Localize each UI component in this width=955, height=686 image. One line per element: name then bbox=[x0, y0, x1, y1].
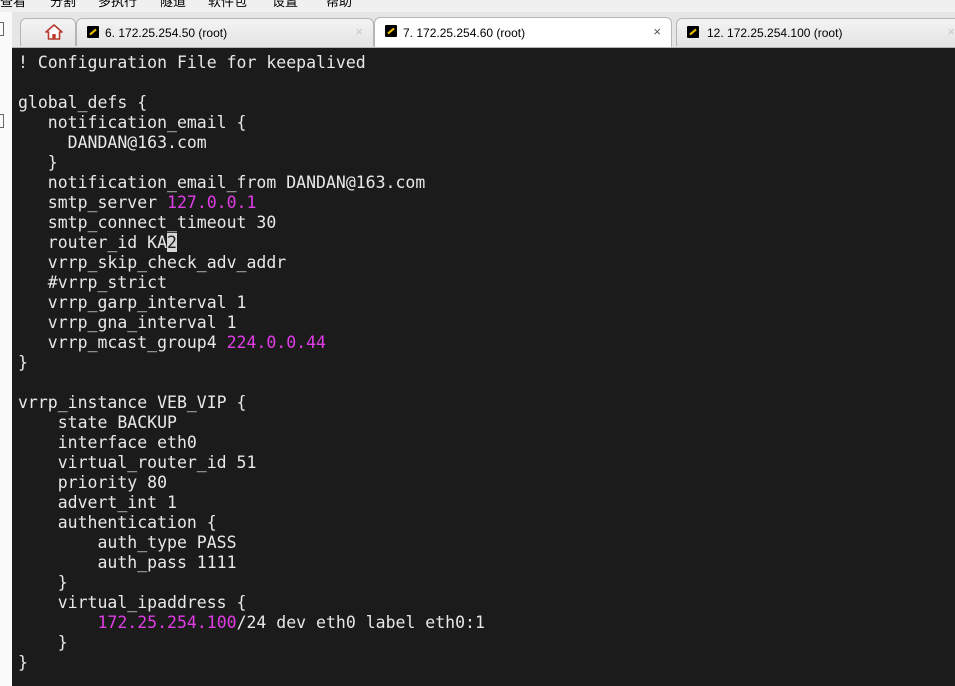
terminal-output: ! Configuration File for keepalived globa… bbox=[18, 53, 485, 673]
terminal-icon bbox=[687, 26, 699, 38]
ip-address-text: 127.0.0.1 bbox=[167, 193, 257, 212]
ip-address-text: 224.0.0.44 bbox=[226, 333, 326, 352]
menu-bar: 查看 分割 多执行 隧道 软件包 设置 帮助 bbox=[0, 0, 955, 12]
close-icon[interactable]: × bbox=[947, 24, 955, 39]
terminal-text: router_id KA bbox=[18, 233, 168, 252]
terminal-line: virtual_ipaddress { bbox=[18, 593, 485, 613]
menu-item-packages[interactable]: 软件包 bbox=[208, 0, 247, 10]
terminal-text: } bbox=[18, 153, 58, 172]
terminal-line: } bbox=[18, 153, 485, 173]
terminal-line: } bbox=[18, 573, 485, 593]
terminal-text: auth_pass 1111 bbox=[18, 553, 237, 572]
terminal-line: vrrp_garp_interval 1 bbox=[18, 293, 485, 313]
terminal-text: state BACKUP bbox=[18, 413, 177, 432]
terminal-text: } bbox=[18, 573, 68, 592]
terminal-text: notification_email_from DANDAN@163.com bbox=[18, 173, 426, 192]
terminal-text: ! Configuration File for keepalived bbox=[18, 53, 366, 72]
terminal-text: #vrrp_strict bbox=[18, 273, 168, 292]
close-icon[interactable]: × bbox=[653, 24, 661, 39]
tab-session-7[interactable]: 7. 172.25.254.60 (root) × bbox=[374, 17, 672, 47]
terminal-line: smtp_server 127.0.0.1 bbox=[18, 193, 485, 213]
terminal-line: notification_email { bbox=[18, 113, 485, 133]
terminal-text: auth_type PASS bbox=[18, 533, 237, 552]
terminal-line: advert_int 1 bbox=[18, 493, 485, 513]
menu-item-view[interactable]: 查看 bbox=[0, 0, 26, 10]
menu-item-tunnel[interactable]: 隧道 bbox=[160, 0, 186, 10]
text-cursor: 2 bbox=[167, 233, 177, 252]
terminal-text: vrrp_instance VEB_VIP { bbox=[18, 393, 247, 412]
gutter-mark bbox=[0, 114, 4, 128]
terminal-line: ! Configuration File for keepalived bbox=[18, 53, 485, 73]
terminal-icon bbox=[87, 26, 99, 38]
terminal-text: DANDAN@163.com bbox=[18, 133, 207, 152]
terminal-line: } bbox=[18, 653, 485, 673]
terminal-text: virtual_router_id 51 bbox=[18, 453, 257, 472]
menu-item-multi-exec[interactable]: 多执行 bbox=[98, 0, 137, 10]
tab-session-12[interactable]: 12. 172.25.254.100 (root) × bbox=[676, 18, 955, 46]
terminal-line: router_id KA2 bbox=[18, 233, 485, 253]
close-icon[interactable]: × bbox=[355, 24, 363, 39]
terminal-text: notification_email { bbox=[18, 113, 247, 132]
menu-item-settings[interactable]: 设置 bbox=[272, 0, 298, 10]
terminal-text: /24 dev eth0 label eth0:1 bbox=[236, 613, 485, 632]
terminal-text: smtp_connect_timeout 30 bbox=[18, 213, 277, 232]
gutter-mark bbox=[0, 22, 4, 36]
tab-label: 6. 172.25.254.50 (root) bbox=[105, 26, 228, 40]
terminal-text: priority 80 bbox=[18, 473, 168, 492]
session-tab-bar: 6. 172.25.254.50 (root) × 7. 172.25.254.… bbox=[12, 12, 955, 48]
ip-address-text: 172.25.254.100 bbox=[97, 613, 237, 632]
terminal-line: #vrrp_strict bbox=[18, 273, 485, 293]
terminal-line: } bbox=[18, 633, 485, 653]
terminal-icon bbox=[385, 25, 397, 37]
terminal-line: virtual_router_id 51 bbox=[18, 453, 485, 473]
terminal-line: auth_pass 1111 bbox=[18, 553, 485, 573]
tab-label: 7. 172.25.254.60 (root) bbox=[403, 26, 526, 40]
terminal-text: } bbox=[18, 633, 68, 652]
terminal-line: vrrp_mcast_group4 224.0.0.44 bbox=[18, 333, 485, 353]
home-icon bbox=[45, 24, 63, 40]
terminal-line: vrrp_instance VEB_VIP { bbox=[18, 393, 485, 413]
terminal-line: priority 80 bbox=[18, 473, 485, 493]
terminal-text: vrrp_skip_check_adv_addr bbox=[18, 253, 287, 272]
menu-item-split[interactable]: 分割 bbox=[50, 0, 76, 10]
terminal-line: } bbox=[18, 353, 485, 373]
terminal-text: smtp_server bbox=[18, 193, 168, 212]
terminal-text: vrrp_gna_interval 1 bbox=[18, 313, 237, 332]
terminal-view[interactable]: ! Configuration File for keepalived globa… bbox=[12, 48, 955, 686]
menu-item-help[interactable]: 帮助 bbox=[326, 0, 352, 10]
terminal-line: vrrp_gna_interval 1 bbox=[18, 313, 485, 333]
tab-session-6[interactable]: 6. 172.25.254.50 (root) × bbox=[76, 18, 374, 46]
terminal-line: auth_type PASS bbox=[18, 533, 485, 553]
terminal-line: state BACKUP bbox=[18, 413, 485, 433]
terminal-line: global_defs { bbox=[18, 93, 485, 113]
terminal-text: authentication { bbox=[18, 513, 217, 532]
terminal-line: notification_email_from DANDAN@163.com bbox=[18, 173, 485, 193]
tab-home[interactable] bbox=[20, 18, 76, 46]
terminal-text: } bbox=[18, 353, 28, 372]
terminal-text: virtual_ipaddress { bbox=[18, 593, 247, 612]
terminal-text: interface eth0 bbox=[18, 433, 197, 452]
terminal-text: global_defs { bbox=[18, 93, 148, 112]
terminal-line: interface eth0 bbox=[18, 433, 485, 453]
terminal-text: vrrp_garp_interval 1 bbox=[18, 293, 247, 312]
terminal-text: } bbox=[18, 653, 28, 672]
tab-label: 12. 172.25.254.100 (root) bbox=[707, 26, 843, 40]
terminal-text: advert_int 1 bbox=[18, 493, 177, 512]
terminal-text: vrrp_mcast_group4 bbox=[18, 333, 227, 352]
terminal-line: smtp_connect_timeout 30 bbox=[18, 213, 485, 233]
terminal-line: DANDAN@163.com bbox=[18, 133, 485, 153]
terminal-line: 172.25.254.100/24 dev eth0 label eth0:1 bbox=[18, 613, 485, 633]
terminal-line: vrrp_skip_check_adv_addr bbox=[18, 253, 485, 273]
terminal-line: authentication { bbox=[18, 513, 485, 533]
